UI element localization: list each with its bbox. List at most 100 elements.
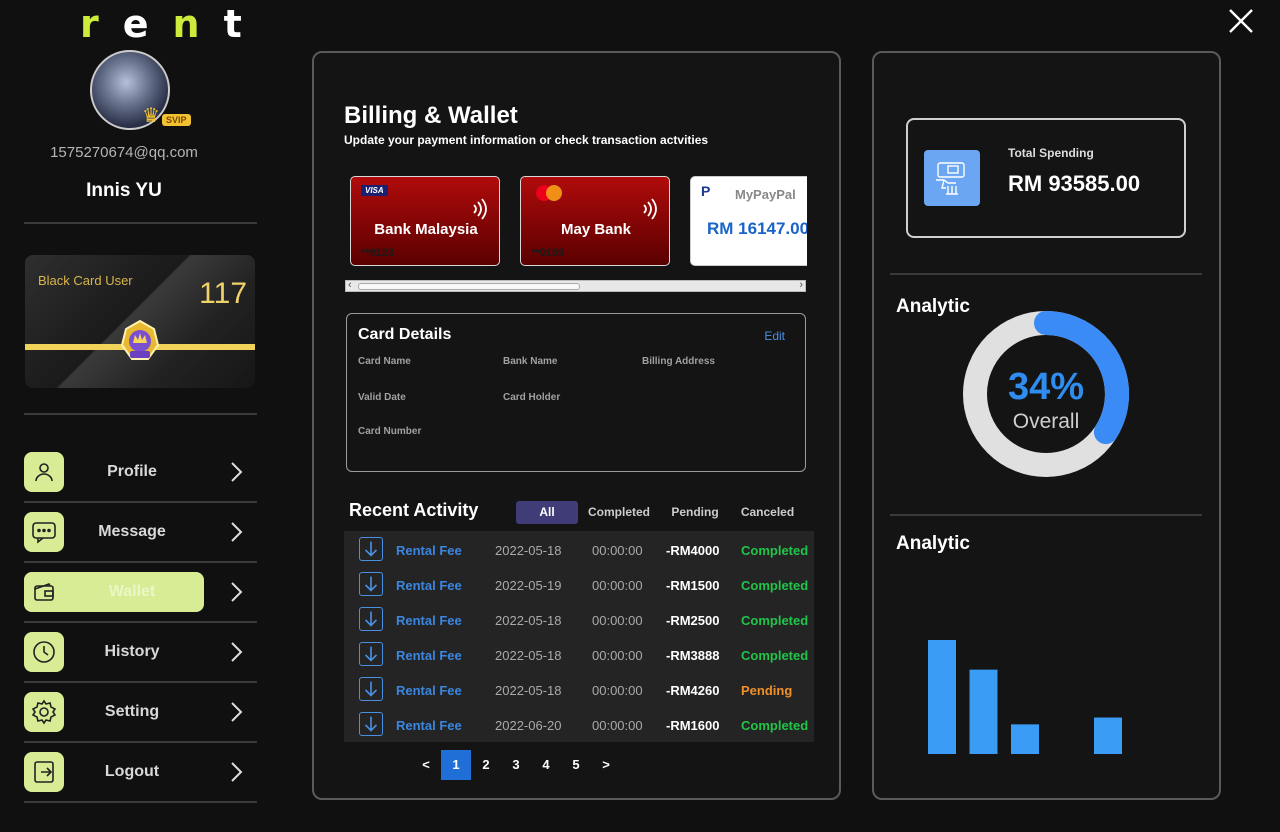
row-status: Pending xyxy=(741,683,793,698)
nav-logout[interactable]: Logout xyxy=(24,752,257,812)
row-time: 00:00:00 xyxy=(592,683,643,698)
field-billing-address: Billing Address xyxy=(642,356,715,367)
bar xyxy=(1094,717,1122,754)
table-row[interactable]: Rental Fee 2022-05-18 00:00:00 -RM4260 Pendi… xyxy=(344,671,814,706)
row-amount: -RM3888 xyxy=(666,648,720,663)
pager-next[interactable]: > xyxy=(591,750,621,780)
divider xyxy=(890,273,1202,275)
scroll-left-icon[interactable]: ‹ xyxy=(348,279,352,291)
nav-divider xyxy=(24,621,257,623)
card-bank-malaysia[interactable]: VISA Bank Malaysia **9123 xyxy=(350,176,500,266)
tab-all[interactable]: All xyxy=(516,501,578,524)
pager-page[interactable]: 1 xyxy=(441,750,471,780)
row-time: 00:00:00 xyxy=(592,578,643,593)
row-time: 00:00:00 xyxy=(592,543,643,558)
nav-label: Wallet xyxy=(108,583,156,600)
donut-label: Overall xyxy=(1012,410,1080,433)
black-card-number: 117 xyxy=(199,277,247,310)
nav-label: Message xyxy=(98,523,166,540)
paypal-name: MyPayPal xyxy=(735,187,796,202)
row-amount: -RM4000 xyxy=(666,543,720,558)
nav-label: History xyxy=(104,643,160,660)
nav-divider xyxy=(24,801,257,803)
close-icon[interactable] xyxy=(1228,8,1254,34)
row-status: Completed xyxy=(741,578,809,593)
nav-divider xyxy=(24,681,257,683)
tab-pending[interactable]: Pending xyxy=(665,501,725,524)
tab-completed[interactable]: Completed xyxy=(583,501,655,524)
row-type: Rental Fee xyxy=(396,613,462,628)
tab-canceled[interactable]: Canceled xyxy=(735,501,800,524)
card-may-bank[interactable]: May Bank **0159 xyxy=(520,176,670,266)
pager-page[interactable]: 2 xyxy=(471,750,501,780)
pager-page[interactable]: 5 xyxy=(561,750,591,780)
field-card-number: Card Number xyxy=(358,426,422,437)
chevron-right-icon xyxy=(231,702,243,722)
nav-label: Logout xyxy=(104,763,160,780)
scroll-thumb[interactable] xyxy=(358,283,580,290)
contactless-icon xyxy=(643,198,657,220)
arrow-down-icon xyxy=(359,607,383,631)
user-name: Innis YU xyxy=(86,180,162,201)
row-amount: -RM4260 xyxy=(666,683,720,698)
arrow-down-icon xyxy=(359,677,383,701)
page-subtitle: Update your payment information or check… xyxy=(344,133,709,147)
row-time: 00:00:00 xyxy=(592,648,643,663)
table-row[interactable]: Rental Fee 2022-05-19 00:00:00 -RM1500 Compl… xyxy=(344,566,814,601)
field-card-holder: Card Holder xyxy=(503,392,561,403)
pager-page[interactable]: 4 xyxy=(531,750,561,780)
field-card-name: Card Name xyxy=(358,356,411,367)
row-type: Rental Fee xyxy=(396,718,462,733)
table-row[interactable]: Rental Fee 2022-05-18 00:00:00 -RM4000 Compl… xyxy=(344,531,814,566)
divider xyxy=(890,514,1202,516)
arrow-down-icon xyxy=(359,712,383,736)
card-details-title: Card Details xyxy=(358,326,452,343)
nav-history[interactable]: History xyxy=(24,632,257,692)
contactless-icon xyxy=(473,198,487,220)
pager-prev[interactable]: < xyxy=(411,750,441,780)
row-status: Completed xyxy=(741,648,809,663)
field-bank-name: Bank Name xyxy=(503,356,558,367)
mastercard-logo xyxy=(536,185,562,201)
crown-icon: ♛ xyxy=(142,105,160,127)
page-title: Billing & Wallet xyxy=(344,102,518,129)
row-type: Rental Fee xyxy=(396,683,462,698)
card-name: May Bank xyxy=(560,221,632,238)
cards-scrollbar[interactable]: ‹ › xyxy=(345,279,806,292)
bar xyxy=(1011,724,1039,754)
visa-logo: VISA xyxy=(361,185,388,196)
chevron-right-icon xyxy=(231,582,243,602)
nav-divider xyxy=(24,501,257,503)
row-amount: -RM1600 xyxy=(666,718,720,733)
edit-link[interactable]: Edit xyxy=(764,329,785,343)
row-type: Rental Fee xyxy=(396,543,462,558)
divider xyxy=(24,222,257,224)
bar xyxy=(928,640,956,754)
table-row[interactable]: Rental Fee 2022-06-20 00:00:00 -RM1600 Compl… xyxy=(344,706,814,741)
total-spending-label: Total Spending xyxy=(1008,146,1094,160)
activity-table: Rental Fee 2022-05-18 00:00:00 -RM4000 Compl… xyxy=(344,531,814,742)
nav-wallet[interactable]: Wallet xyxy=(24,572,257,632)
scroll-right-icon[interactable]: › xyxy=(799,279,803,291)
avatar[interactable]: ♛ SVIP xyxy=(90,50,191,130)
pager-page[interactable]: 3 xyxy=(501,750,531,780)
row-status: Completed xyxy=(741,543,809,558)
table-row[interactable]: Rental Fee 2022-05-18 00:00:00 -RM2500 Compl… xyxy=(344,601,814,636)
arrow-down-icon xyxy=(359,642,383,666)
card-last4: **0159 xyxy=(531,247,565,259)
paypal-balance: RM 16147.00 xyxy=(707,219,807,238)
row-time: 00:00:00 xyxy=(592,613,643,628)
row-type: Rental Fee xyxy=(396,578,462,593)
row-date: 2022-05-18 xyxy=(495,648,562,663)
analytic-title: Analytic xyxy=(896,296,970,317)
total-spending-value: RM 93585.00 xyxy=(1008,171,1141,196)
chevron-right-icon xyxy=(231,642,243,662)
nav-message[interactable]: Message xyxy=(24,512,257,572)
analytic-title-2: Analytic xyxy=(896,533,970,554)
card-paypal[interactable]: P MyPayPal RM 16147.00 xyxy=(690,176,807,266)
table-row[interactable]: Rental Fee 2022-05-18 00:00:00 -RM3888 Compl… xyxy=(344,636,814,671)
nav-setting[interactable]: Setting xyxy=(24,692,257,752)
row-date: 2022-05-18 xyxy=(495,613,562,628)
total-spending-card: Total Spending RM 93585.00 xyxy=(906,118,1186,238)
nav-profile[interactable]: Profile xyxy=(24,452,257,512)
